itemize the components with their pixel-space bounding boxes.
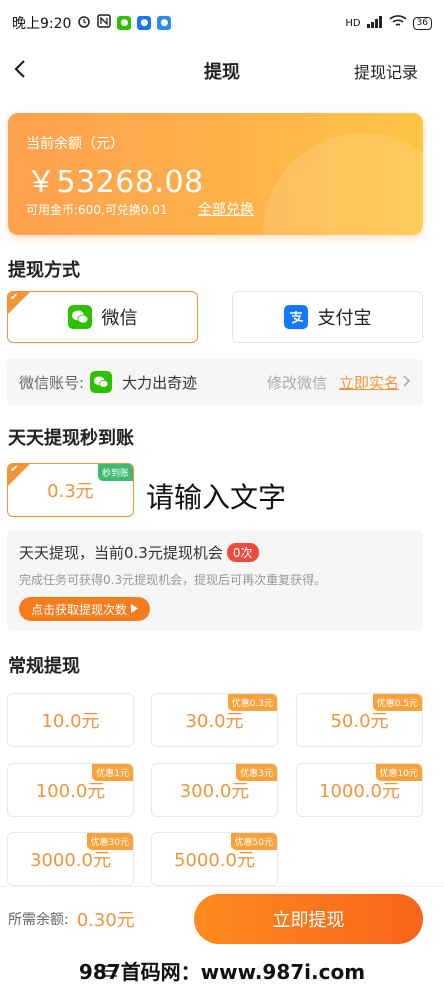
status-right: HD 36 xyxy=(345,15,432,31)
withdraw-history-link[interactable]: 提现记录 xyxy=(354,59,418,83)
required-balance-value: 0.30元 xyxy=(76,909,135,931)
check-icon: ✔ xyxy=(10,292,19,303)
wifi-icon xyxy=(389,15,407,31)
amount-option[interactable]: 优惠3元 300.0元 xyxy=(151,763,278,817)
info-title: 天天提现，当前0.3元提现机会 xyxy=(19,544,223,562)
withdraw-now-button[interactable]: 立即提现 xyxy=(194,894,423,944)
info-title-row: 天天提现，当前0.3元提现机会 0次 xyxy=(19,542,259,563)
discount-tag: 优惠0.3元 xyxy=(227,694,277,711)
watermark-text: 987首码网：www.987i.com xyxy=(78,959,366,984)
account-label: 微信账号: xyxy=(19,373,85,392)
daily-section-title: 天天提现秒到账 xyxy=(8,428,134,449)
required-balance-label: 所需余额: xyxy=(8,911,69,928)
battery-indicator: 36 xyxy=(412,16,432,30)
selected-corner: ✔ xyxy=(8,292,30,314)
balance-amount: ￥53268.08 xyxy=(26,165,204,200)
status-time: 晚上9:20 xyxy=(12,16,72,32)
amount-label: 300.0元 xyxy=(179,781,250,802)
amount-label: 100.0元 xyxy=(35,781,106,802)
pay-option-alipay[interactable]: 支付宝 xyxy=(232,291,423,343)
chevron-left-icon xyxy=(13,59,27,83)
alarm-icon xyxy=(77,14,91,32)
amount-option[interactable]: 优惠1元 100.0元 xyxy=(7,763,134,817)
method-section-title: 提现方式 xyxy=(8,260,80,281)
amount-label: 10.0元 xyxy=(41,711,100,732)
discount-tag: 优惠50元 xyxy=(230,833,277,850)
amount-option[interactable]: 优惠10元 1000.0元 xyxy=(296,763,423,817)
chevron-right-icon xyxy=(403,373,411,391)
play-arrow-icon xyxy=(131,602,139,616)
bottom-bar: 所需余额: 0.30元 立即提现 xyxy=(0,886,444,950)
status-left: 晚上9:20 ● ● ● xyxy=(12,13,172,33)
coin-info: 可用金币:600,可兑换0.01 xyxy=(26,203,168,217)
amount-option[interactable]: 10.0元 xyxy=(7,693,134,747)
wechat-notification-icon: ● xyxy=(117,16,132,30)
alipay-icon xyxy=(283,305,308,329)
amount-option[interactable]: 优惠30元 3000.0元 xyxy=(7,832,134,886)
daily-amount-label: 0.3元 xyxy=(47,481,94,502)
placeholder-overlay-text: 请输入文字 xyxy=(146,481,287,514)
count-badge: 0次 xyxy=(226,543,259,562)
wechat-icon xyxy=(90,371,113,393)
nfc-icon xyxy=(97,14,112,32)
get-chances-label: 点击获取提现次数 xyxy=(31,602,128,617)
status-bar: 晚上9:20 ● ● ● HD 36 xyxy=(0,0,444,46)
selected-corner: ✔ xyxy=(8,464,30,486)
amount-option[interactable]: 优惠0.5元 50.0元 xyxy=(296,693,423,747)
account-name: 大力出奇迹 xyxy=(122,373,198,392)
check-icon: ✔ xyxy=(10,464,19,475)
balance-label: 当前余额（元） xyxy=(26,136,124,152)
daily-info-box: 天天提现，当前0.3元提现机会 0次 完成任务可获得0.3元提现机会，提现后可再… xyxy=(7,530,423,631)
signal-icon xyxy=(366,15,383,31)
discount-tag: 优惠1元 xyxy=(92,764,133,781)
app-notification-icon: ● xyxy=(137,16,152,30)
amount-option[interactable]: 优惠0.3元 30.0元 xyxy=(151,693,278,747)
instant-tag: 秒到账 xyxy=(97,464,133,481)
discount-tag: 优惠0.5元 xyxy=(372,694,422,711)
exchange-all-link[interactable]: 全部兑换 xyxy=(198,199,254,219)
pay-option-label: 支付宝 xyxy=(317,308,372,329)
hd-label: HD xyxy=(345,17,361,29)
discount-tag: 优惠30元 xyxy=(86,833,133,850)
discount-tag: 优惠10元 xyxy=(375,764,422,781)
modify-wechat-link[interactable]: 修改微信 xyxy=(267,372,327,393)
discount-tag: 优惠3元 xyxy=(236,764,277,781)
back-button[interactable] xyxy=(6,56,34,86)
wechat-icon xyxy=(67,305,92,329)
get-chances-button[interactable]: 点击获取提现次数 xyxy=(19,597,151,621)
wechat-account-row: 微信账号: 大力出奇迹 修改微信 立即实名 xyxy=(7,359,423,405)
regular-section-title: 常规提现 xyxy=(8,656,80,677)
balance-card: 当前余额（元） ￥53268.08 可用金币:600,可兑换0.01 全部兑换 xyxy=(8,113,423,235)
pay-option-label: 微信 xyxy=(101,308,138,329)
daily-amount-chip[interactable]: ✔ 秒到账 0.3元 xyxy=(7,463,134,517)
verify-now-link[interactable]: 立即实名 xyxy=(339,372,399,393)
nav-bar: 提现 提现记录 xyxy=(0,48,444,94)
cloud-notification-icon: ● xyxy=(157,16,172,30)
info-description: 完成任务可获得0.3元提现机会，提现后可再次重复获得。 xyxy=(19,573,327,587)
amount-option[interactable]: 优惠50元 5000.0元 xyxy=(151,832,278,886)
pay-option-wechat[interactable]: ✔ 微信 xyxy=(7,291,198,343)
